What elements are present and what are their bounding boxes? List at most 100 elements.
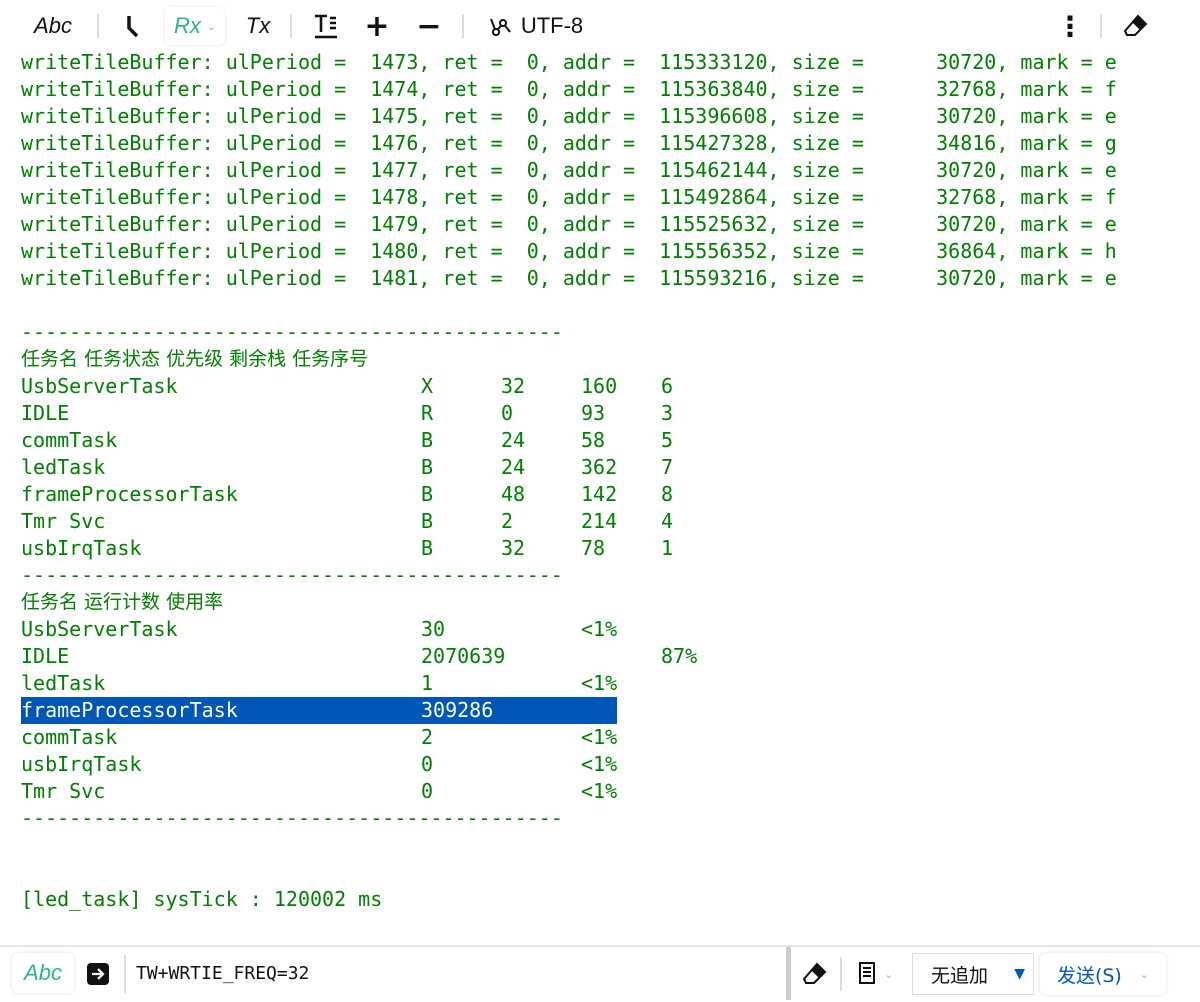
- rx-button[interactable]: Rx ⌄: [165, 7, 225, 45]
- divider: [124, 955, 126, 993]
- runtime-table-row-cell: <1%: [581, 752, 618, 776]
- tx-label: Tx: [245, 13, 271, 38]
- task-table-row: commTask B 24 58 5: [21, 427, 1180, 454]
- runtime-table-row-cell: <1%: [581, 779, 618, 803]
- send-bar: Abc TW+WRTIE_FREQ=32 ⌄ 无追加 ▼ 发送(S) ⌄: [0, 945, 1200, 1002]
- runtime-table-row-cell: <1%: [581, 617, 618, 641]
- zoom-in-button[interactable]: +: [362, 7, 392, 45]
- runtime-table-row-cell: 12%: [661, 698, 698, 722]
- runtime-table-row-cell: <1%: [581, 725, 618, 749]
- task-table-row-cell: 93: [581, 401, 606, 425]
- runtime-table-row-cell: 30: [421, 617, 446, 641]
- runtime-table-row: usbIrqTask 0 <1%: [21, 751, 1180, 778]
- task-table-row-cell: B: [421, 455, 434, 479]
- toolbar: Abc Rx ⌄ Tx + − UTF-8 ⋮: [0, 0, 1200, 50]
- runtime-table-row: frameProcessorTask 309286 12%: [21, 697, 697, 724]
- systick-line: [led_task] sysTick : 120002 ms: [21, 887, 383, 911]
- task-table-row-cell: commTask: [21, 428, 118, 452]
- log-line: writeTileBuffer: ulPeriod = 1475, ret = …: [21, 104, 1117, 128]
- log-line: writeTileBuffer: ulPeriod = 1476, ret = …: [21, 131, 1117, 155]
- task-table-row-cell: 1: [661, 536, 674, 560]
- separator-line: ----------------------------------------…: [21, 320, 563, 344]
- log-line: writeTileBuffer: ulPeriod = 1479, ret = …: [21, 212, 1117, 236]
- task-table-row-cell: 8: [661, 482, 674, 506]
- send-label: 发送(S): [1056, 964, 1122, 987]
- runtime-table-row-cell: usbIrqTask: [21, 752, 142, 776]
- runtime-table-row-cell: Tmr Svc: [21, 779, 106, 803]
- runtime-table-row-cell: 309286: [421, 698, 494, 722]
- text-lines-icon: [315, 14, 337, 39]
- task-table-row-cell: 362: [581, 455, 618, 479]
- task-table-row-cell: 78: [581, 536, 606, 560]
- divider: [97, 14, 99, 38]
- runtime-table-row: UsbServerTask 30 <1%: [21, 616, 1180, 643]
- resize-handle[interactable]: [786, 947, 791, 1000]
- task-table-row-cell: 2: [501, 509, 514, 533]
- runtime-table-row-cell: IDLE: [21, 644, 70, 668]
- task-table-row-cell: 4: [661, 509, 674, 533]
- more-options-button[interactable]: ⋮: [1056, 7, 1084, 45]
- divider: [290, 14, 292, 38]
- task-table-row-cell: X: [421, 374, 434, 398]
- task-table-row-cell: 214: [581, 509, 618, 533]
- runtime-table-row: IDLE 2070639 87%: [21, 643, 1180, 670]
- runtime-table-row-cell: 87%: [661, 644, 698, 668]
- send-button[interactable]: 发送(S) ⌄: [1040, 953, 1166, 995]
- abc-label: Abc: [24, 960, 62, 985]
- task-table-row: Tmr Svc B 2 214 4: [21, 508, 1180, 535]
- send-input[interactable]: TW+WRTIE_FREQ=32: [136, 957, 776, 991]
- task-table-row-cell: 160: [581, 374, 618, 398]
- task-table-row: ledTask B 24 362 7: [21, 454, 1180, 481]
- task-table-row-cell: 3: [661, 401, 674, 425]
- document-icon: [859, 962, 876, 984]
- terminal-output[interactable]: writeTileBuffer: ulPeriod = 1473, ret = …: [21, 49, 1180, 913]
- task-table-row-cell: R: [421, 401, 434, 425]
- append-mode-select[interactable]: 无追加 ▼: [912, 953, 1034, 995]
- eraser-icon: [802, 962, 827, 984]
- clear-input-button[interactable]: [800, 959, 830, 989]
- task-table-row-cell: UsbServerTask: [21, 374, 178, 398]
- plus-icon: +: [364, 8, 390, 44]
- log-line: writeTileBuffer: ulPeriod = 1474, ret = …: [21, 77, 1117, 101]
- separator-line: ----------------------------------------…: [21, 563, 563, 587]
- encoding-label: UTF-8: [520, 13, 584, 38]
- runtime-table-row-cell: <1%: [581, 671, 618, 695]
- divider: [840, 957, 842, 991]
- divider: [1100, 14, 1102, 38]
- history-button[interactable]: ⌄: [850, 959, 900, 989]
- task-table-row-cell: ledTask: [21, 455, 106, 479]
- encoding-button[interactable]: UTF-8: [480, 7, 590, 45]
- send-format-abc-button[interactable]: Abc: [12, 953, 74, 993]
- append-mode-value: 无追加: [931, 964, 989, 987]
- runtime-table-row-cell: commTask: [21, 725, 118, 749]
- task-table-row-cell: 6: [661, 374, 674, 398]
- display-format-abc-button[interactable]: Abc: [28, 7, 78, 45]
- task-table-row: UsbServerTask X 32 160 6: [21, 373, 1180, 400]
- tx-button[interactable]: Tx: [238, 7, 278, 45]
- clear-button[interactable]: [1120, 7, 1152, 45]
- log-line: writeTileBuffer: ulPeriod = 1473, ret = …: [21, 50, 1117, 74]
- hook-icon: [127, 16, 139, 38]
- task-table-header: 任务名 任务状态 优先级 剩余栈 任务序号: [21, 348, 369, 370]
- zoom-out-button[interactable]: −: [414, 7, 444, 45]
- log-line: writeTileBuffer: ulPeriod = 1477, ret = …: [21, 158, 1117, 182]
- task-table-row-cell: B: [421, 509, 434, 533]
- text-format-button[interactable]: [308, 7, 344, 45]
- enter-arrow-icon: [87, 963, 109, 985]
- task-table-row-cell: 24: [501, 455, 526, 479]
- task-table-row-cell: IDLE: [21, 401, 70, 425]
- runtime-table-row-cell: frameProcessorTask: [21, 698, 238, 722]
- runtime-table-row-cell: 2: [421, 725, 434, 749]
- timestamp-button[interactable]: [118, 7, 148, 45]
- graph-nodes-icon: [489, 18, 511, 36]
- runtime-table-header: 任务名 运行计数 使用率: [21, 591, 224, 613]
- divider: [462, 14, 464, 38]
- task-table-row-cell: frameProcessorTask: [21, 482, 238, 506]
- chevron-down-icon: ⌄: [206, 20, 217, 33]
- insert-button[interactable]: [85, 961, 111, 987]
- task-table-row-cell: 24: [501, 428, 526, 452]
- minus-icon: −: [416, 8, 442, 44]
- task-table-row-cell: usbIrqTask: [21, 536, 142, 560]
- runtime-table-row-cell: 0: [421, 752, 434, 776]
